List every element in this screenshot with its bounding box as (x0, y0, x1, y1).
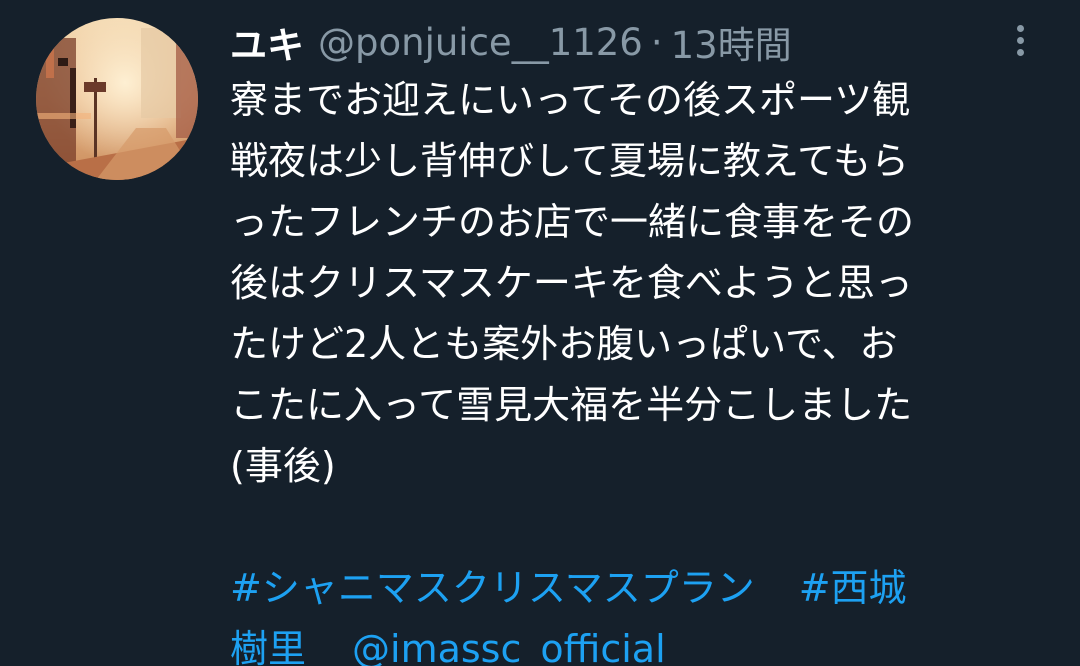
tweet-line: 寮までお迎えにいってその後スポーツ観 (230, 78, 911, 122)
tweet-text: 寮までお迎えにいってその後スポーツ観 戦夜は少し背伸びして夏場に教えてもら った… (230, 70, 1045, 666)
more-dot (1016, 24, 1024, 32)
hashtag-link[interactable]: #シャニマスクリスマスプラン (230, 566, 755, 610)
tweet-line: 後はクリスマスケーキを食べようと思っ (230, 261, 913, 305)
mention-link[interactable]: @imassc_official (352, 627, 666, 666)
hashtag-line: 樹里 @imassc_official (230, 619, 1045, 666)
more-vertical-icon[interactable] (1008, 16, 1032, 64)
tweet-line: こたに入って雪見大福を半分こしました (230, 383, 913, 427)
hashtag-link[interactable]: 樹里 (230, 627, 306, 666)
tweet-line: たけど2人とも案外お腹いっぱいで、お (230, 322, 898, 366)
tweet-line: 戦夜は少し背伸びして夏場に教えてもら (230, 139, 910, 183)
tweet[interactable]: ユキ @ponjuice__1126 · 13時間 寮までお迎えにいってその後ス… (0, 0, 1080, 666)
avatar-image (36, 18, 198, 180)
separator-dot: · (650, 20, 663, 64)
display-name[interactable]: ユキ (230, 15, 304, 69)
tweet-header: ユキ @ponjuice__1126 · 13時間 (230, 16, 792, 68)
hashtag-link[interactable]: #西城 (799, 566, 907, 610)
avatar[interactable] (36, 18, 198, 180)
user-handle[interactable]: @ponjuice__1126 (318, 21, 643, 64)
timestamp[interactable]: 13時間 (671, 15, 792, 69)
tweet-line: ったフレンチのお店で一緒に食事をその (230, 200, 915, 244)
more-dot (1016, 48, 1024, 56)
more-dot (1016, 36, 1024, 44)
hashtag-line: #シャニマスクリスマスプラン #西城 (230, 558, 1045, 619)
tweet-line: (事後) (230, 444, 336, 488)
